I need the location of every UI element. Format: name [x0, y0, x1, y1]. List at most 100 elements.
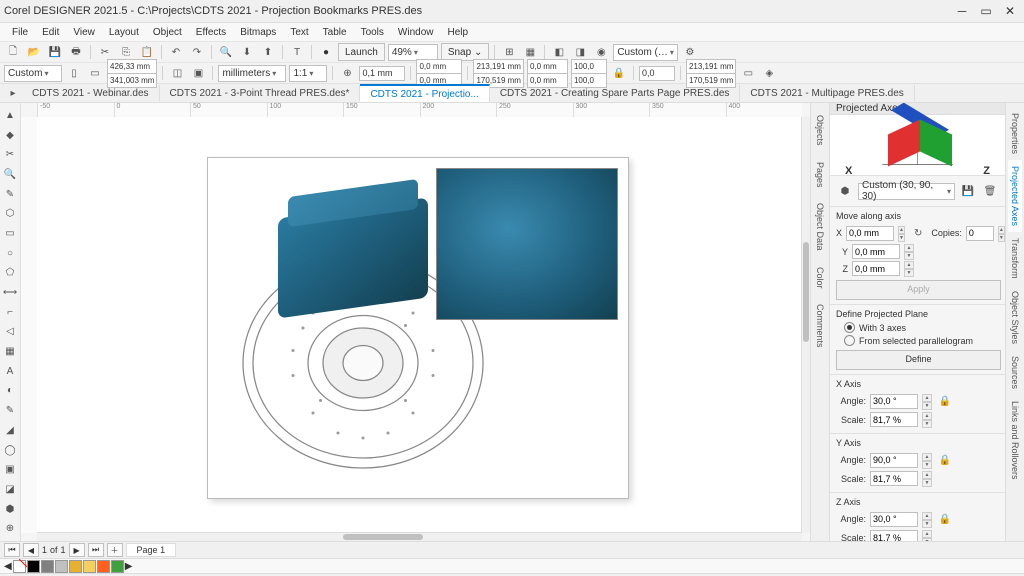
- dimension-tool-icon[interactable]: ⟷: [1, 284, 19, 301]
- menu-layout[interactable]: Layout: [103, 25, 145, 40]
- color-swatch[interactable]: [97, 560, 110, 573]
- freehand-tool-icon[interactable]: ✎: [1, 186, 19, 203]
- spinner[interactable]: ▲▼: [922, 453, 932, 468]
- undo-icon[interactable]: ↶: [167, 43, 185, 61]
- obj-w-input[interactable]: 0,0 mm: [527, 59, 568, 74]
- eyedropper-tool-icon[interactable]: ✎: [1, 402, 19, 419]
- spinner[interactable]: ▲▼: [922, 512, 932, 527]
- ellipse-tool-icon[interactable]: ○: [1, 245, 19, 262]
- spinner[interactable]: ▲▼: [904, 261, 914, 276]
- text-icon[interactable]: T: [288, 43, 306, 61]
- close-icon[interactable]: ✕: [1000, 4, 1020, 18]
- rotation-input[interactable]: 0,0: [639, 66, 675, 81]
- document-tab-active[interactable]: CDTS 2021 - Projectio...: [360, 84, 489, 102]
- y-angle-input[interactable]: [870, 453, 918, 468]
- current-page-icon[interactable]: ▣: [189, 64, 207, 82]
- docker-tab-comments[interactable]: Comments: [813, 296, 827, 356]
- axes-preview[interactable]: X Y Z: [830, 115, 1005, 175]
- transparency2-tool-icon[interactable]: ◪: [1, 481, 19, 498]
- docker-tab-pages[interactable]: Pages: [813, 154, 827, 196]
- menu-text[interactable]: Text: [284, 25, 314, 40]
- docker-tab-object-data[interactable]: Object Data: [813, 195, 827, 259]
- fartab-transform[interactable]: Transform: [1008, 232, 1022, 285]
- first-page-icon[interactable]: ⏮: [4, 543, 20, 557]
- spinner[interactable]: ▲▼: [898, 226, 905, 241]
- shape-tool-icon[interactable]: ◆: [1, 127, 19, 144]
- units-combo[interactable]: millimeters▾: [218, 65, 286, 82]
- lock-icon[interactable]: 🔒: [936, 451, 954, 469]
- polygon-tool-icon[interactable]: ⬠: [1, 265, 19, 282]
- menu-window[interactable]: Window: [392, 25, 440, 40]
- scrollbar-vertical[interactable]: [801, 117, 810, 533]
- document-tab[interactable]: CDTS 2021 - 3-Point Thread PRES.des*: [160, 85, 361, 101]
- launch-button[interactable]: Launch: [338, 43, 385, 61]
- fartab-projected-axes[interactable]: Projected Axes: [1008, 160, 1022, 232]
- preset-combo[interactable]: Custom (30, 90, 30)▾: [858, 183, 955, 200]
- delete-preset-icon[interactable]: 🗑: [981, 182, 999, 200]
- menu-edit[interactable]: Edit: [36, 25, 65, 40]
- docker-tab-objects[interactable]: Objects: [813, 107, 827, 154]
- redo-icon[interactable]: ↷: [188, 43, 206, 61]
- outline-tool-icon[interactable]: ◯: [1, 442, 19, 459]
- fartab-sources[interactable]: Sources: [1008, 350, 1022, 395]
- define-button[interactable]: Define: [836, 350, 1001, 370]
- pick-tool-icon[interactable]: ▲: [1, 107, 19, 124]
- page-size-combo[interactable]: Custom▾: [4, 65, 62, 82]
- color-swatch[interactable]: [27, 560, 40, 573]
- color-swatch[interactable]: [13, 560, 26, 573]
- menu-bitmaps[interactable]: Bitmaps: [234, 25, 282, 40]
- copies-input[interactable]: [966, 226, 994, 241]
- apply-button[interactable]: Apply: [836, 280, 1001, 300]
- rectangle-tool-icon[interactable]: ▭: [1, 225, 19, 242]
- drawing-area[interactable]: [37, 117, 802, 533]
- page-tab[interactable]: Page 1: [126, 543, 177, 557]
- new-icon[interactable]: 🗋: [4, 43, 22, 61]
- x-scale-input[interactable]: [870, 412, 918, 427]
- nudge-input[interactable]: 0,1 mm: [359, 66, 405, 81]
- menu-view[interactable]: View: [67, 25, 101, 40]
- find-icon[interactable]: 🔍: [217, 43, 235, 61]
- spinner[interactable]: ▲▼: [922, 471, 932, 486]
- radio-parallelogram[interactable]: From selected parallelogram: [844, 335, 999, 346]
- smart-tool-icon[interactable]: ⬡: [1, 205, 19, 222]
- open-icon[interactable]: 📂: [25, 43, 43, 61]
- fartab-links[interactable]: Links and Rollovers: [1008, 395, 1022, 486]
- portrait-icon[interactable]: ▯: [65, 64, 83, 82]
- palette-right-icon[interactable]: ▶: [125, 561, 133, 572]
- menu-object[interactable]: Object: [147, 25, 188, 40]
- treat-as-icon[interactable]: ◈: [760, 64, 778, 82]
- color-swatch[interactable]: [55, 560, 68, 573]
- fartab-properties[interactable]: Properties: [1008, 107, 1022, 160]
- fartab-object-styles[interactable]: Object Styles: [1008, 285, 1022, 350]
- page-width-input[interactable]: 426,33 mm: [107, 59, 157, 74]
- obj2-x-input[interactable]: 213,191 mm: [686, 59, 736, 74]
- export-icon[interactable]: ⬆: [259, 43, 277, 61]
- connector-tool-icon[interactable]: ⌐: [1, 304, 19, 321]
- drop-shadow-tool-icon[interactable]: ▣: [1, 461, 19, 478]
- all-pages-icon[interactable]: ◫: [168, 64, 186, 82]
- maximize-icon[interactable]: ▭: [976, 4, 996, 18]
- table-tool-icon[interactable]: ▦: [1, 343, 19, 360]
- lock-icon[interactable]: 🔒: [936, 510, 954, 528]
- spinner[interactable]: ▲▼: [998, 226, 1005, 241]
- record-icon[interactable]: ●: [317, 43, 335, 61]
- spinner[interactable]: ▲▼: [922, 530, 932, 541]
- zoom-tool-icon[interactable]: 🔍: [1, 166, 19, 183]
- relative-icon[interactable]: ▭: [739, 64, 757, 82]
- radio-3axes[interactable]: With 3 axes: [844, 322, 999, 333]
- transparency-tool-icon[interactable]: ◐: [1, 383, 19, 400]
- spinner[interactable]: ▲▼: [904, 244, 914, 259]
- document-tab[interactable]: CDTS 2021 - Creating Spare Parts Page PR…: [490, 85, 741, 101]
- docker-tab-color[interactable]: Color: [813, 259, 827, 297]
- dup-x-input[interactable]: 0,0 mm: [416, 59, 462, 74]
- preset-icon[interactable]: ⬢: [836, 182, 854, 200]
- lock-icon[interactable]: 🔒: [936, 392, 954, 410]
- landscape-icon[interactable]: ▭: [86, 64, 104, 82]
- scrollbar-horizontal[interactable]: [37, 532, 802, 541]
- menu-help[interactable]: Help: [442, 25, 475, 40]
- spinner[interactable]: ▲▼: [922, 412, 932, 427]
- move-x-input[interactable]: [846, 226, 894, 241]
- minimize-icon[interactable]: ─: [952, 4, 972, 18]
- move-y-input[interactable]: [852, 244, 900, 259]
- document-tab[interactable]: CDTS 2021 - Webinar.des: [22, 85, 160, 101]
